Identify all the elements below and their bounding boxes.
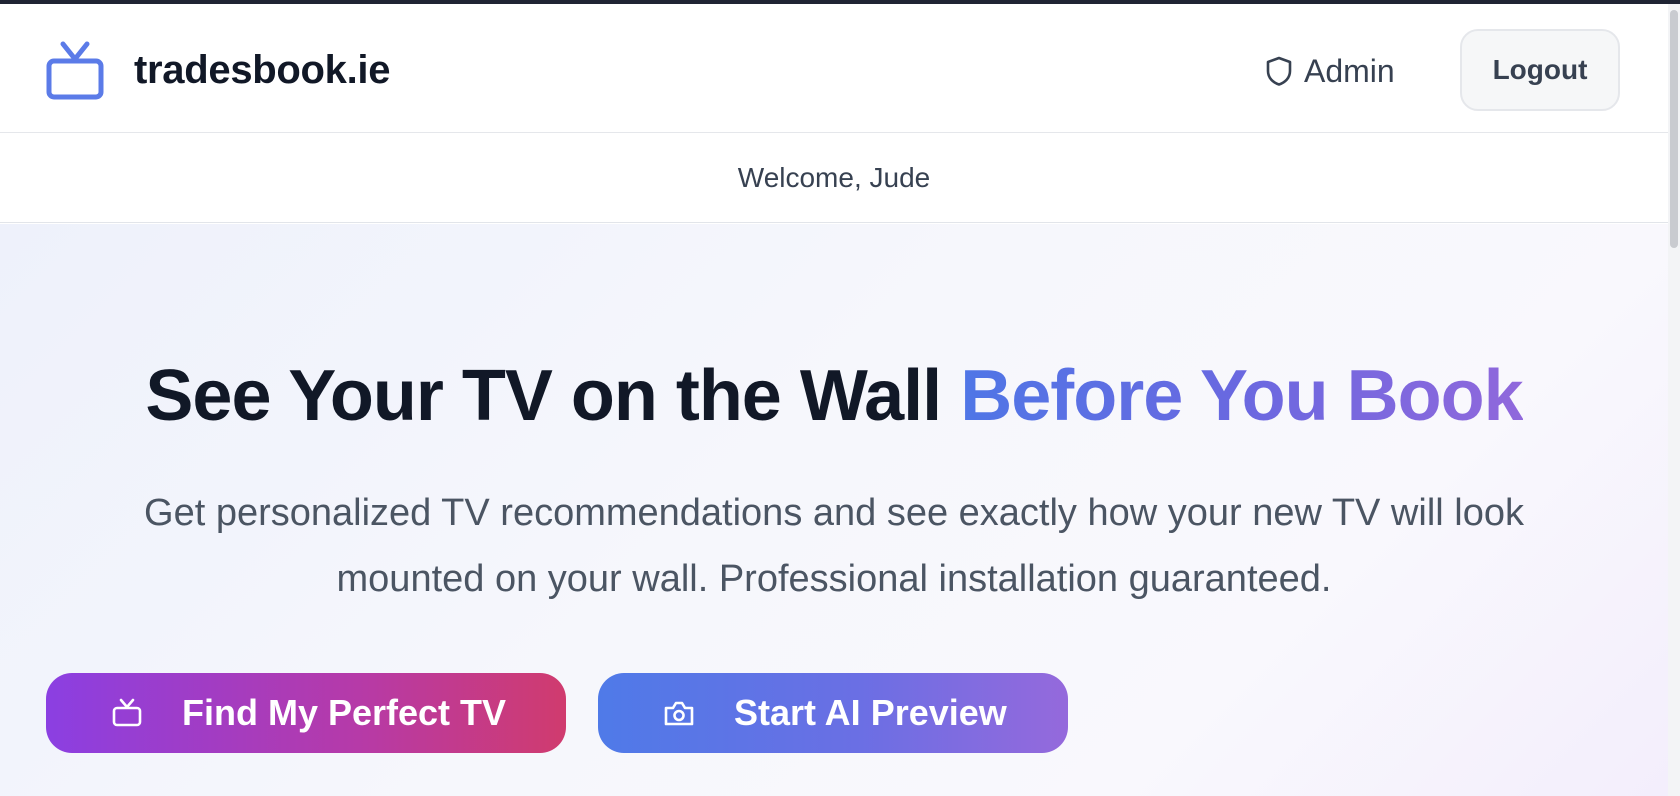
scrollbar-thumb[interactable] — [1670, 10, 1678, 248]
welcome-bar: Welcome, Jude — [0, 134, 1668, 223]
headline-accent: Before You Book — [960, 356, 1523, 436]
camera-icon — [664, 701, 694, 726]
logout-button[interactable]: Logout — [1460, 29, 1620, 111]
site-header: tradesbook.ie Admin Logout — [0, 4, 1668, 133]
shield-icon — [1266, 56, 1292, 86]
tv-icon — [112, 698, 142, 727]
find-tv-label: Find My Perfect TV — [182, 692, 507, 733]
find-my-perfect-tv-button[interactable]: Find My Perfect TV — [46, 673, 566, 753]
admin-label: Admin — [1304, 52, 1395, 89]
hero-subtext: Get personalized TV recommendations and … — [144, 492, 1524, 600]
headline-main: See Your TV on the Wall — [145, 356, 942, 436]
brand-name[interactable]: tradesbook.ie — [134, 48, 390, 93]
start-ai-preview-button[interactable]: Start AI Preview — [598, 673, 1068, 753]
hero-headline: See Your TV on the Wall Before You Book — [0, 355, 1668, 437]
ai-preview-label: Start AI Preview — [734, 692, 1007, 733]
tv-icon — [46, 41, 104, 100]
admin-link[interactable]: Admin — [1264, 51, 1395, 91]
welcome-text: Welcome, Jude — [737, 162, 931, 193]
